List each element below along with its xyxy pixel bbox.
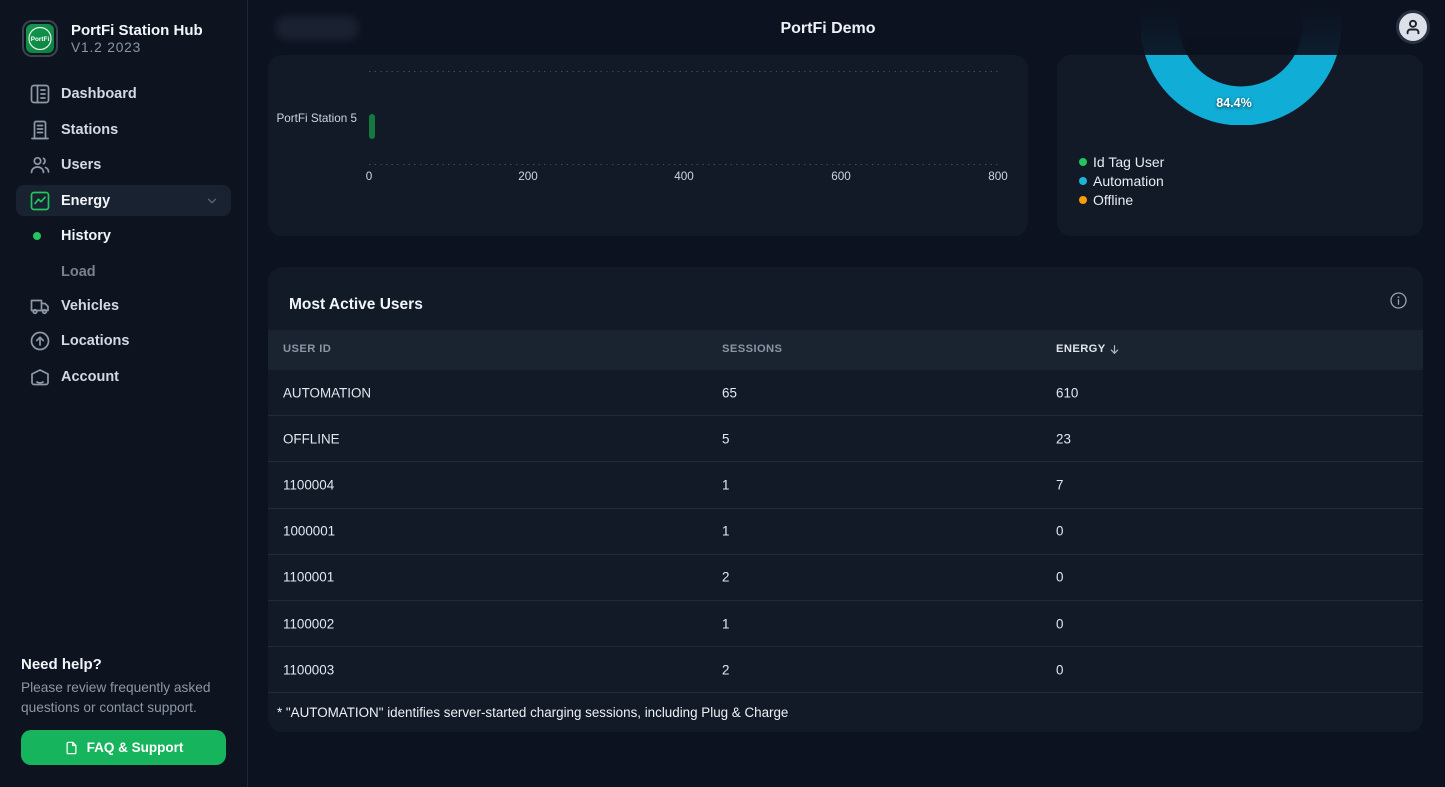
svg-text:PortFi: PortFi (31, 36, 50, 43)
